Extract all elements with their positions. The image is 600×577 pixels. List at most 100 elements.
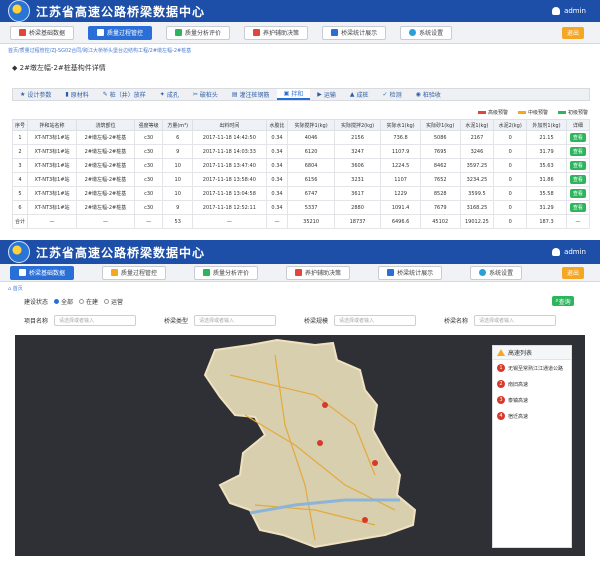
view-detail-button[interactable]: 查看 (569, 189, 586, 198)
column-header: 实际搅拌1(kg) (287, 119, 335, 131)
breadcrumb[interactable]: 首页/质量过程管控/ZJ-SG02合同/跨江大桥桥头堡台边结构工程/2#墩左幅-… (8, 47, 191, 54)
table-cell: 3234.25 (459, 172, 495, 187)
table-cell: 6747 (287, 186, 335, 201)
nav-label: 系统设置 (489, 270, 514, 277)
table-cell: 查看 (565, 144, 591, 159)
radio-building[interactable]: 在建 (79, 297, 98, 306)
table-cell: 9 (162, 200, 194, 215)
nav-bridge-data[interactable]: 桥梁基础数据 (10, 25, 75, 40)
legend-high: 高级预警 (477, 109, 508, 116)
table-cell: 6156 (287, 172, 335, 187)
database-icon (19, 29, 26, 36)
legend-label: 高级预警 (487, 110, 508, 116)
table-cell: 查看 (565, 158, 591, 173)
list-item[interactable]: 1 无锡至常熟江江通道公路 (493, 360, 571, 376)
list-item[interactable]: 3 泰镇高速 (493, 392, 571, 408)
view-detail-button[interactable]: 查看 (569, 161, 586, 170)
table-body: 1 XT-NT3标1#站 2#墩左幅-2#桩基 c30 6 2017-11-18 14:4… (12, 130, 591, 229)
view-detail-button[interactable]: 查看 (569, 175, 586, 184)
tab-drilling[interactable]: ✦ 成孔 (153, 89, 186, 100)
scale-select[interactable]: 请选择或者输入 (334, 315, 417, 326)
status-label: 建设状态 (24, 299, 49, 306)
column-header: 详细 (565, 119, 591, 131)
bridge-marker[interactable] (317, 440, 323, 446)
user-menu[interactable]: admin (552, 7, 586, 15)
map-icon (331, 29, 339, 36)
list-item[interactable]: 2 南旧高速 (493, 376, 571, 392)
tab-label: 灌注桩钢筋 (239, 92, 270, 99)
column-header: 实际搅拌2(kg) (333, 119, 382, 131)
column-header: 外加剂1(kg) (526, 119, 567, 131)
tab-layout[interactable]: ✎ 桩（井）放样 (96, 89, 153, 100)
tab-accept[interactable]: ◉ 桩验收 (409, 89, 448, 100)
bridge-marker[interactable] (362, 517, 368, 523)
tab-pile-head[interactable]: ✂ 破桩头 (186, 89, 225, 100)
radio-all[interactable]: 全部 (54, 297, 73, 306)
table-cell: 2017-11-18 12:52:11 (192, 200, 267, 215)
filter-name: 桥梁名称 请选择或者输入 (444, 315, 557, 326)
nav-quality-analysis[interactable]: 质量分析评价 (166, 25, 231, 40)
tab-inspect[interactable]: ✓ 检测 (376, 89, 409, 100)
list-item-label: 南旧高速 (508, 381, 529, 388)
exit-button[interactable]: 退出 (562, 266, 584, 279)
gear-icon (479, 269, 487, 276)
exit-button[interactable]: 退出 (562, 26, 584, 39)
view-detail-button[interactable]: 查看 (569, 203, 586, 212)
table-cell: 4 (12, 172, 28, 187)
view-detail-button[interactable]: 查看 (569, 147, 586, 156)
nav-maintenance[interactable]: 养护辅助决策 (244, 25, 309, 40)
query-button[interactable]: ⌕ 查询 (552, 296, 574, 306)
name-select[interactable]: 请选择或者输入 (474, 315, 557, 326)
tab-material[interactable]: ▮ 原材料 (58, 89, 95, 100)
nav-settings[interactable]: 系统设置 (470, 265, 523, 280)
tool-icon (253, 29, 261, 36)
tool-icon (295, 269, 303, 276)
tab-transport[interactable]: ▶ 运输 (310, 89, 343, 100)
tab-design[interactable]: ★ 设计参数 (13, 89, 58, 100)
main-nav-2: 桥梁基础数据 质量过程管控 质量分析评价 养护辅助决策 桥梁统计展示 系统设置 … (0, 264, 600, 282)
nav-quality-control[interactable]: 质量过程管控 (102, 265, 167, 280)
nav-statistics[interactable]: 桥梁统计展示 (378, 265, 443, 280)
type-select[interactable]: 请选择或者输入 (194, 315, 277, 326)
table-cell: 8528 (419, 186, 461, 201)
table-cell: XT-NT3标1#站 (26, 158, 78, 173)
nav-quality-analysis[interactable]: 质量分析评价 (194, 265, 259, 280)
column-header: 拌和站名称 (26, 119, 78, 131)
radio-operating[interactable]: 运营 (104, 297, 123, 306)
table-cell: 3599.5 (459, 186, 495, 201)
column-header: 方量(m³) (162, 119, 194, 131)
table-cell: 合计 (12, 214, 28, 229)
table-cell: 3606 (333, 158, 382, 173)
project-select[interactable]: 请选择或者输入 (54, 315, 137, 326)
nav-quality-control[interactable]: 质量过程管控 (88, 25, 153, 40)
tab-pile[interactable]: ▲ 成桩 (343, 89, 376, 100)
nav-statistics[interactable]: 桥梁统计展示 (322, 25, 387, 40)
logo-icon (8, 241, 30, 263)
view-detail-button[interactable]: 查看 (569, 133, 586, 142)
section-title-text: 2#墩左幅-2#桩基构件详情 (19, 64, 106, 72)
list-item-label: 宿迁高速 (508, 413, 529, 420)
column-header: 序号 (12, 119, 28, 131)
nav-settings[interactable]: 系统设置 (400, 25, 453, 40)
table-row: 3 XT-NT3标1#站 2#墩左幅-2#桩基 c30 10 2017-11-18 13:… (12, 158, 591, 173)
list-item[interactable]: 4 宿迁高速 (493, 408, 571, 424)
table-cell: 9 (162, 144, 194, 159)
table-cell: 7679 (419, 200, 461, 215)
column-header: 强度等级 (133, 119, 164, 131)
table-cell: 53 (162, 214, 194, 229)
tab-rebar[interactable]: ▤ 灌注桩钢筋 (225, 89, 277, 100)
table-cell: 736.8 (380, 130, 421, 145)
tab-mixing[interactable]: ▣ 拌和 (276, 89, 311, 100)
bridge-marker[interactable] (372, 460, 378, 466)
nav-label: 桥梁统计展示 (341, 30, 378, 37)
user-menu[interactable]: admin (552, 248, 586, 256)
section-title: ◆ 2#墩左幅-2#桩基构件详情 (12, 64, 106, 72)
bridge-marker[interactable] (322, 402, 328, 408)
tab-label: 成孔 (166, 92, 179, 99)
list-item-label: 泰镇高速 (508, 397, 529, 404)
breadcrumb-2[interactable]: ⌂ 首页 (8, 285, 23, 292)
nav-bridge-data[interactable]: 桥梁基础数据 (10, 265, 75, 280)
username: admin (564, 7, 586, 15)
app-title: 江苏省高速公路桥梁数据中心 (36, 4, 206, 19)
nav-maintenance[interactable]: 养护辅助决策 (286, 265, 351, 280)
